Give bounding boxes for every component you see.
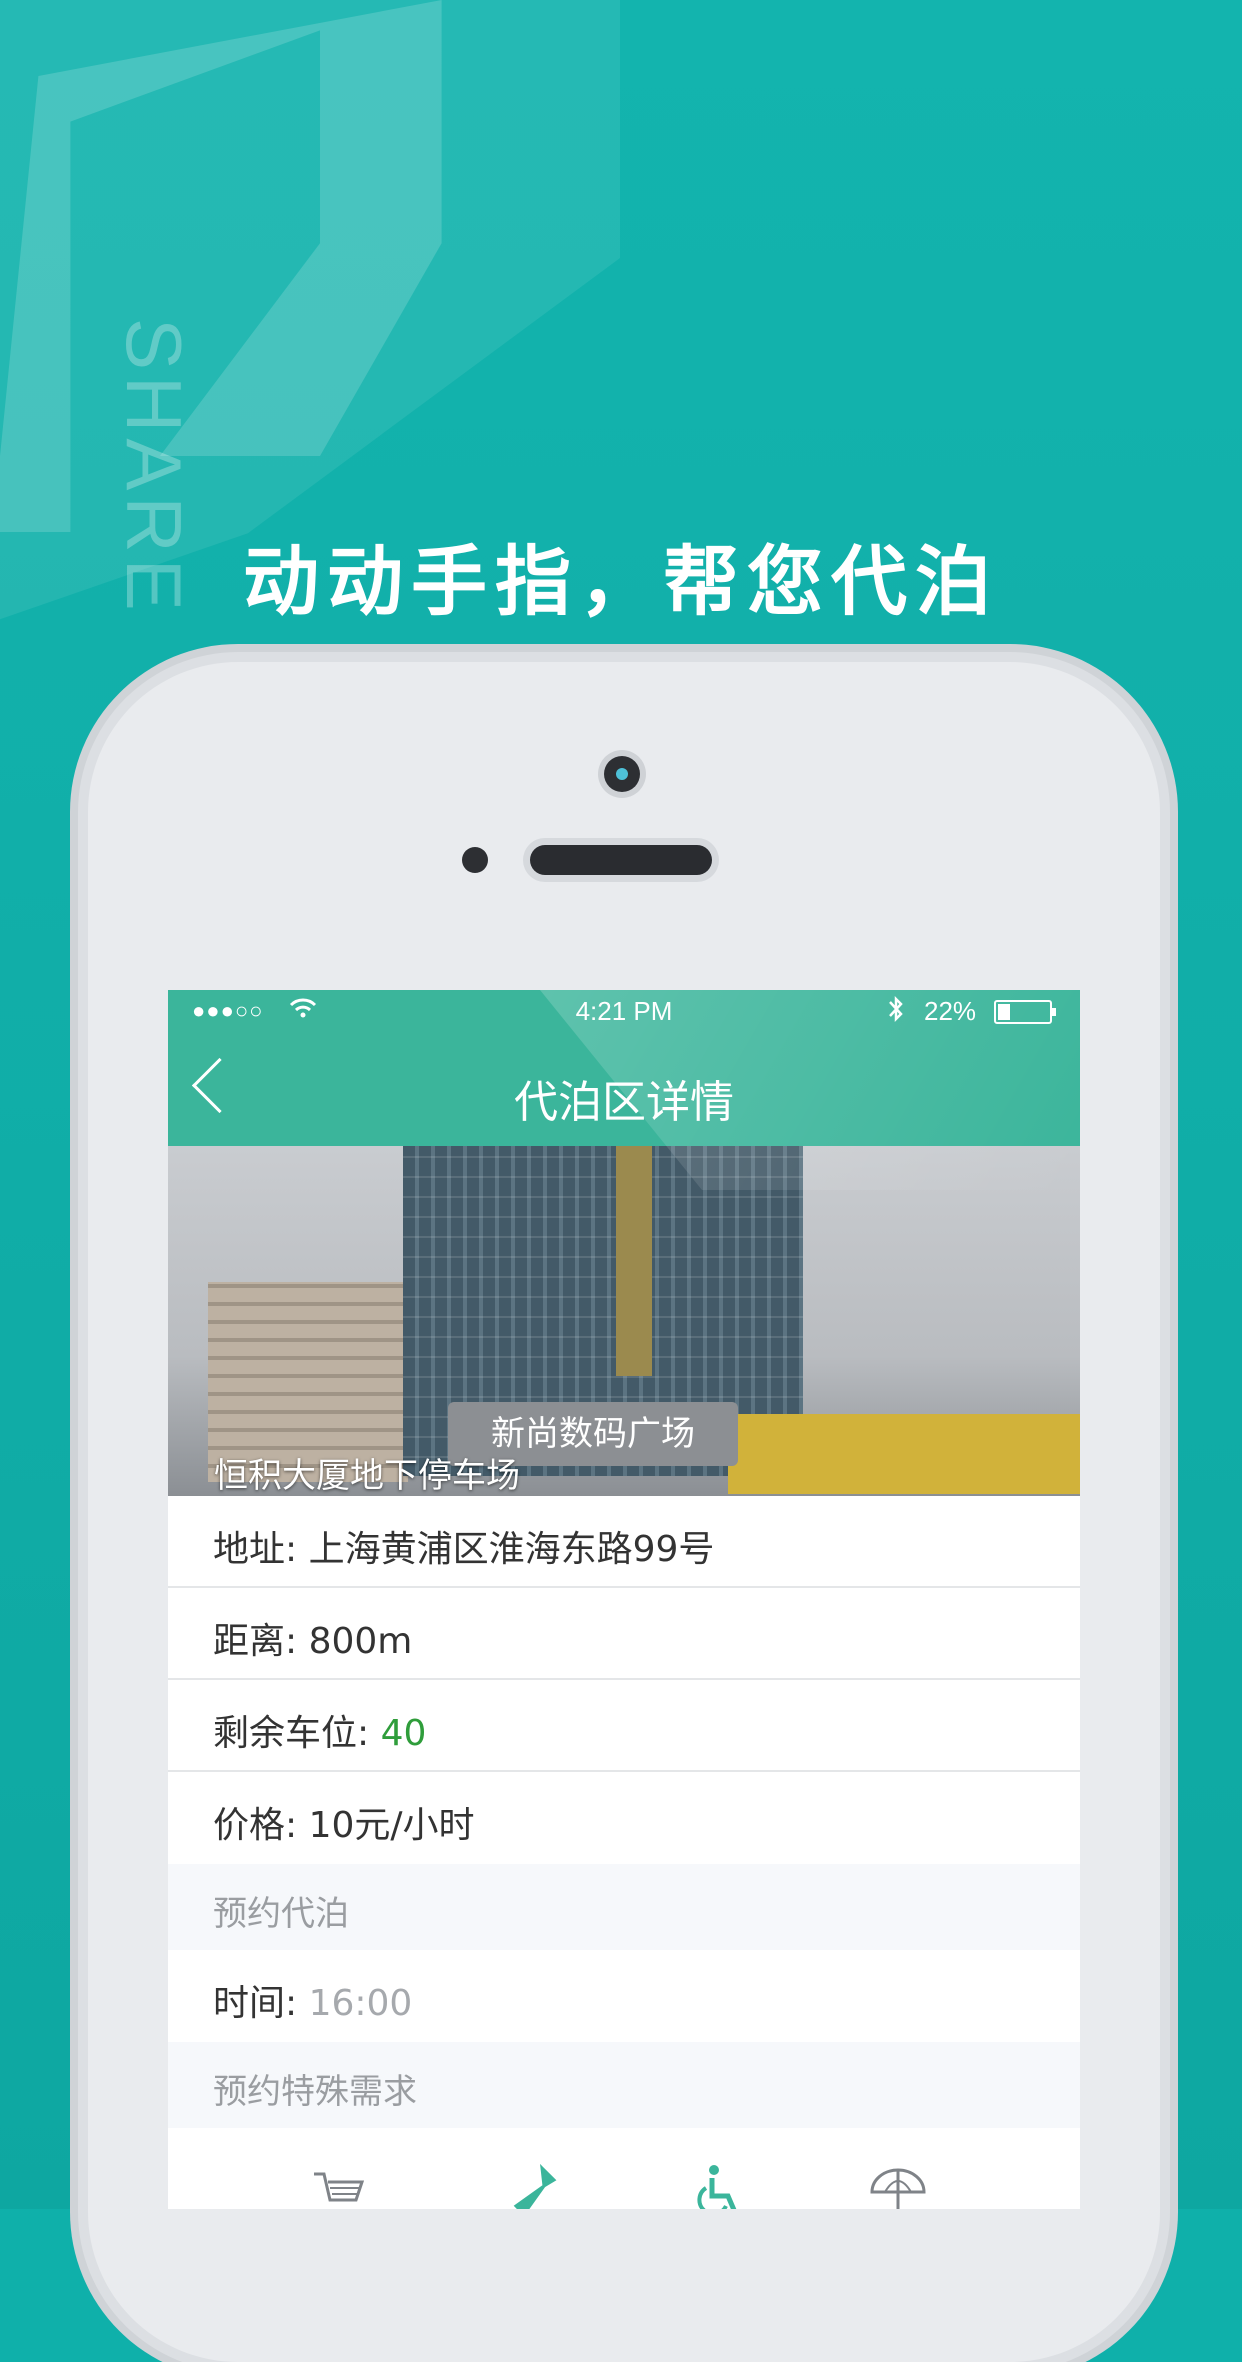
price-row: 价格: 10元/小时 (168, 1772, 1080, 1862)
distance-value: 800m (308, 1621, 413, 1662)
booking-time-row[interactable]: 时间: 16:00 (168, 1950, 1080, 2042)
spaces-label: 剩余车位: (213, 1713, 370, 1754)
bluetooth-icon (886, 994, 906, 1031)
price-label: 价格: (213, 1805, 298, 1846)
promo-headline: 动动手指，帮您代泊 (243, 537, 999, 626)
spaces-value: 40 (380, 1713, 427, 1754)
nav-bar: ●●●○○ 4:21 PM 22% 代泊区详情 (168, 990, 1080, 1146)
phone-screen: ●●●○○ 4:21 PM 22% 代泊区详情 新尚数码广场 恒积大厦地下停车场… (168, 990, 1080, 2209)
flashlight-icon[interactable] (508, 2162, 568, 2209)
special-needs-title: 预约特殊需求 (213, 2072, 417, 2112)
address-value: 上海黄浦区淮海东路99号 (308, 1529, 715, 1570)
proximity-sensor (462, 847, 488, 873)
address-row: 地址: 上海黄浦区淮海东路99号 (168, 1496, 1080, 1588)
booking-section-header: 预约代泊 (168, 1864, 1080, 1950)
parking-photo: 新尚数码广场 恒积大厦地下停车场 (168, 1146, 1080, 1496)
photo-building-stripe (616, 1146, 652, 1376)
price-value: 10元/小时 (308, 1805, 475, 1846)
booking-section-title: 预约代泊 (213, 1894, 349, 1934)
distance-label: 距离: (213, 1621, 298, 1662)
front-camera (604, 756, 640, 792)
parking-name: 恒积大厦地下停车场 (214, 1456, 520, 1496)
booking-time-value[interactable]: 16:00 (309, 1983, 413, 2024)
earpiece-speaker (530, 845, 712, 875)
address-label: 地址: (213, 1529, 298, 1570)
battery-percent: 22% (924, 996, 977, 1026)
wheelchair-icon[interactable] (688, 2162, 748, 2209)
status-bar: ●●●○○ 4:21 PM 22% (168, 990, 1080, 1032)
page-title: 代泊区详情 (514, 1077, 734, 1128)
booking-time-label: 时间: (213, 1983, 298, 2024)
shopping-cart-icon[interactable] (308, 2162, 368, 2209)
special-needs-options (168, 2162, 1080, 2209)
distance-row: 距离: 800m (168, 1588, 1080, 1680)
photo-storefront (728, 1414, 1080, 1494)
special-needs-header: 预约特殊需求 (168, 2042, 1080, 2128)
battery-icon (994, 1000, 1056, 1024)
umbrella-icon[interactable] (868, 2162, 928, 2209)
spaces-row: 剩余车位: 40 (168, 1680, 1080, 1772)
